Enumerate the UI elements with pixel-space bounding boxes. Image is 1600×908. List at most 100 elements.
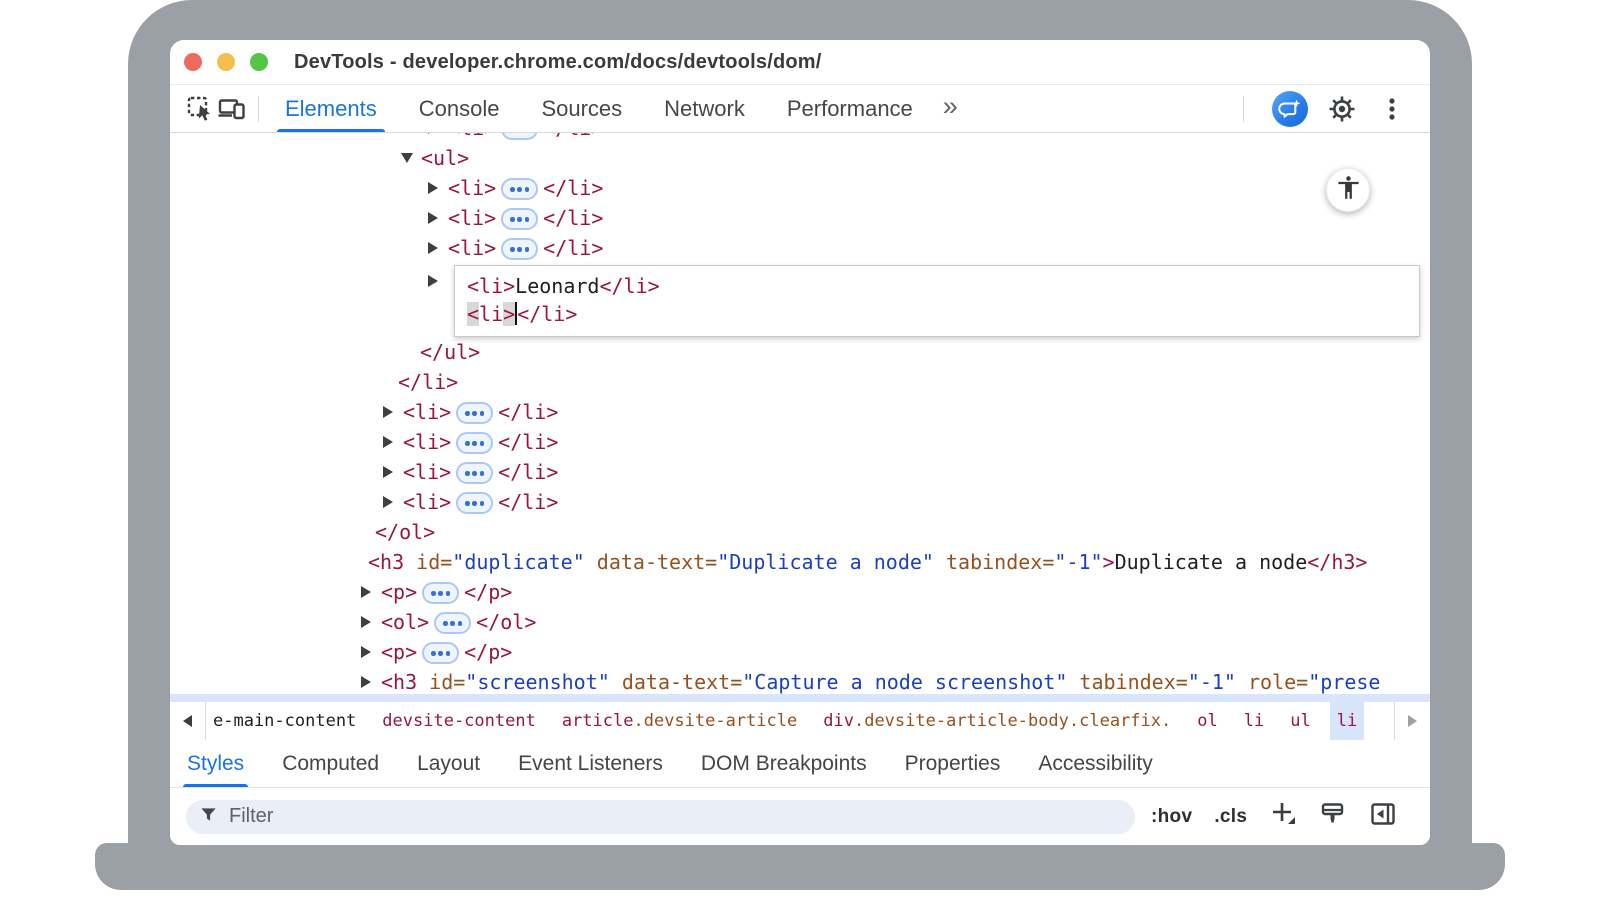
tab-elements[interactable]: Elements [285, 85, 377, 132]
badge-dot-icon [472, 501, 477, 506]
disclosure-triangle-icon[interactable] [428, 182, 438, 194]
tab-properties[interactable]: Properties [905, 740, 1001, 787]
disclosure-triangle-icon[interactable] [361, 646, 371, 658]
badge-dot-icon [465, 411, 470, 416]
tab-computed[interactable]: Computed [282, 740, 379, 787]
tab-performance[interactable]: Performance [787, 85, 913, 132]
breadcrumb-item[interactable]: devsite-content [375, 702, 543, 740]
brush-icon[interactable] [1319, 800, 1347, 833]
breadcrumb-item[interactable]: e-main-content [206, 702, 363, 740]
dom-node-row[interactable]: <li></li> [170, 397, 1430, 427]
dom-node-row[interactable]: <p></p> [170, 637, 1430, 667]
dom-node-row[interactable]: <li></li> [170, 203, 1430, 233]
code-token: <li> [467, 274, 515, 298]
tab-accessibility[interactable]: Accessibility [1038, 740, 1152, 787]
toggle-element-state-button[interactable]: :hov [1151, 806, 1192, 828]
expand-badge[interactable] [501, 133, 538, 140]
badge-dot-icon [480, 411, 485, 416]
disclosure-triangle-icon[interactable] [361, 616, 371, 628]
device-toolbar-icon[interactable] [216, 93, 248, 125]
inspect-icon[interactable] [184, 93, 216, 125]
expand-badge[interactable] [501, 178, 538, 200]
minimize-window-button[interactable] [217, 53, 235, 71]
dom-node-partial[interactable]: <li></li> [170, 133, 1430, 143]
tab-sources[interactable]: Sources [541, 85, 622, 132]
disclosure-triangle-icon[interactable] [361, 676, 371, 688]
breadcrumb-scroll-left-button[interactable] [170, 702, 206, 740]
disclosure-triangle-icon[interactable] [361, 586, 371, 598]
ai-assistance-icon[interactable] [1272, 91, 1308, 127]
dom-node-row[interactable]: <li></li> [170, 427, 1430, 457]
dom-node-row[interactable]: <h3 id="screenshot" data-text="Capture a… [170, 667, 1430, 697]
code-token: tabindex= [1067, 670, 1187, 694]
laptop-base [95, 843, 1505, 890]
dom-node-row[interactable]: <p></p> [170, 577, 1430, 607]
expand-badge[interactable] [456, 432, 493, 454]
expand-badge[interactable] [501, 238, 538, 260]
dom-node-row[interactable]: <li></li> [170, 457, 1430, 487]
kebab-menu-icon[interactable] [1376, 93, 1408, 125]
breadcrumb-item[interactable]: li [1237, 702, 1271, 740]
expand-badge[interactable] [456, 462, 493, 484]
breadcrumb-item[interactable]: div.devsite-article-body.clearfix. [816, 702, 1178, 740]
breadcrumb-scroll-right-button[interactable] [1394, 702, 1430, 740]
disclosure-triangle-icon[interactable] [383, 406, 393, 418]
dom-node-row[interactable]: <li>Leonard</li><li></li> [170, 263, 1430, 337]
toggle-sidebar-icon[interactable] [1369, 800, 1397, 833]
badge-dot-icon [472, 441, 477, 446]
style-filter-field[interactable] [186, 800, 1135, 834]
dom-node-row[interactable]: <ol></ol> [170, 607, 1430, 637]
tab-event-listeners[interactable]: Event Listeners [518, 740, 663, 787]
more-tabs-chevron[interactable]: » [943, 93, 958, 124]
close-window-button[interactable] [184, 53, 202, 71]
disclosure-triangle-icon[interactable] [428, 275, 438, 287]
dom-node-row[interactable]: </ol> [170, 517, 1430, 547]
breadcrumb-item[interactable]: article.devsite-article [555, 702, 804, 740]
expand-badge[interactable] [422, 582, 459, 604]
code-token: <ul> [421, 146, 469, 170]
expand-badge[interactable] [456, 402, 493, 424]
tab-network[interactable]: Network [664, 85, 745, 132]
tab-console[interactable]: Console [419, 85, 500, 132]
disclosure-triangle-icon[interactable] [383, 436, 393, 448]
dom-node-row[interactable]: <li></li> [170, 233, 1430, 263]
dom-node-row[interactable]: <ul> [170, 143, 1430, 173]
disclosure-triangle-icon[interactable] [428, 212, 438, 224]
dom-node-code: <p></p> [381, 580, 512, 605]
disclosure-triangle-icon[interactable] [401, 153, 413, 163]
code-token: </ol> [375, 520, 435, 544]
disclosure-triangle-icon[interactable] [383, 496, 393, 508]
code-token: <ol> [381, 610, 429, 634]
tab-layout[interactable]: Layout [417, 740, 480, 787]
badge-dot-icon [446, 591, 451, 596]
disclosure-triangle-icon[interactable] [428, 242, 438, 254]
element-classes-button[interactable]: .cls [1214, 806, 1247, 828]
dom-node-code: <ol></ol> [381, 610, 536, 635]
tab-dom-breakpoints[interactable]: DOM Breakpoints [701, 740, 867, 787]
inline-edit-box[interactable]: <li>Leonard</li><li></li> [454, 265, 1420, 337]
accessibility-helper-button[interactable] [1326, 168, 1370, 212]
tab-styles[interactable]: Styles [187, 740, 244, 787]
dom-node-row[interactable]: </ul> [170, 337, 1430, 367]
expand-badge[interactable] [422, 642, 459, 664]
new-style-rule-icon[interactable] [1269, 800, 1297, 833]
expand-badge[interactable] [456, 492, 493, 514]
expand-badge[interactable] [501, 208, 538, 230]
expand-badge[interactable] [434, 612, 471, 634]
dom-node-row[interactable]: <li></li> [170, 173, 1430, 203]
dom-node-row[interactable]: </li> [170, 367, 1430, 397]
code-token: <p> [381, 580, 417, 604]
disclosure-triangle-icon[interactable] [383, 466, 393, 478]
right-arrow-icon [1408, 715, 1417, 727]
dom-node-row[interactable]: <h3 id="duplicate" data-text="Duplicate … [170, 547, 1430, 577]
code-token: </h3> [1307, 550, 1367, 574]
breadcrumb-item[interactable]: ul [1283, 702, 1317, 740]
disclosure-triangle-icon[interactable] [428, 133, 438, 134]
dom-node-row[interactable]: <li></li> [170, 487, 1430, 517]
breadcrumb-item[interactable]: li [1330, 702, 1364, 740]
breadcrumb-item[interactable]: ol [1190, 702, 1224, 740]
settings-gear-icon[interactable] [1326, 93, 1358, 125]
dom-tree-panel[interactable]: <li></li><ul><li></li><li></li><li></li>… [170, 133, 1430, 702]
zoom-window-button[interactable] [250, 53, 268, 71]
filter-input[interactable] [229, 805, 1122, 828]
